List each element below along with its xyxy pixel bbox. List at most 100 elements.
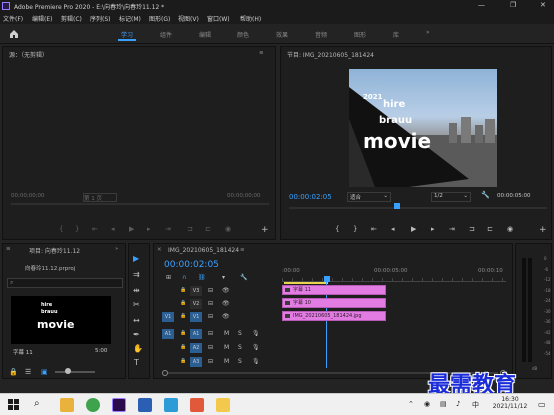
track-v2-eye-icon[interactable]: 👁 — [222, 300, 230, 307]
taskbar-clock[interactable]: 16:30 2021/11/12 — [490, 396, 530, 410]
menu-graphics[interactable]: 图形(G) — [149, 14, 170, 23]
program-monitor-title[interactable]: 节目: IMG_20210605_181424 — [287, 50, 374, 59]
close-icon[interactable]: ✕ — [157, 247, 162, 253]
track-v1-eye-icon[interactable]: 👁 — [222, 313, 230, 320]
source-step-back-icon[interactable]: ◂ — [111, 225, 115, 233]
minimize-button[interactable]: — — [478, 1, 485, 9]
workspace-tab-libraries[interactable]: 库 — [393, 30, 399, 39]
source-mark-in-icon[interactable]: { — [59, 225, 63, 233]
work-area-bar[interactable] — [284, 282, 328, 284]
track-a2-voiceover-icon[interactable]: 🎙 — [252, 344, 260, 351]
source-time-ruler[interactable] — [11, 203, 269, 205]
menu-sequence[interactable]: 序列(S) — [90, 14, 111, 23]
track-a2-mute-button[interactable]: M — [224, 344, 229, 351]
close-button[interactable]: ✕ — [540, 1, 546, 9]
track-a2-solo-button[interactable]: S — [238, 344, 242, 351]
page-selector[interactable]: 第 1 页 — [83, 193, 117, 202]
track-a3-label[interactable]: A3 — [190, 357, 202, 367]
program-extract-icon[interactable]: ⊏ — [487, 225, 493, 233]
source-patch-a1[interactable]: A1 — [162, 329, 174, 339]
program-mark-out-icon[interactable]: } — [353, 225, 357, 233]
workspace-tab-learn[interactable]: 学习 — [121, 30, 133, 39]
project-clip-thumbnail[interactable]: hire brauu movie — [11, 296, 111, 344]
track-a1-sync-icon[interactable]: ⊟ — [208, 330, 213, 337]
list-view-icon[interactable]: ☰ — [25, 368, 31, 376]
ripple-edit-tool-icon[interactable]: ⇹ — [133, 286, 140, 295]
track-a2-sync-icon[interactable]: ⊟ — [208, 344, 213, 351]
word-icon[interactable] — [138, 398, 152, 412]
program-go-to-out-icon[interactable]: ⇥ — [449, 225, 455, 233]
track-v2-lock-icon[interactable]: 🔒 — [180, 299, 186, 306]
source-monitor-title[interactable]: 源：（无剪辑） — [9, 50, 48, 59]
menu-help[interactable]: 帮助(H) — [240, 14, 261, 23]
workspace-tab-editing[interactable]: 编辑 — [199, 30, 211, 39]
menu-file[interactable]: 文件(F) — [3, 14, 23, 23]
file-explorer-icon[interactable] — [60, 398, 74, 412]
program-playhead[interactable] — [394, 203, 400, 209]
track-v2-sync-icon[interactable]: ⊟ — [208, 300, 213, 307]
program-go-to-in-icon[interactable]: ⇤ — [371, 225, 377, 233]
source-step-forward-icon[interactable]: ▸ — [147, 225, 151, 233]
track-select-tool-icon[interactable]: ⇉ — [133, 270, 140, 279]
panel-menu-icon[interactable]: ≡ — [240, 247, 245, 253]
program-play-icon[interactable]: ▶ — [411, 225, 416, 233]
source-overwrite-icon[interactable]: ⊏ — [205, 225, 211, 233]
track-v2-label[interactable]: V2 — [190, 299, 202, 309]
program-add-button-icon[interactable]: + — [539, 225, 547, 235]
volume-icon[interactable]: ♪ — [456, 400, 460, 408]
maximize-button[interactable]: ❐ — [510, 1, 516, 9]
track-v3-eye-icon[interactable]: 👁 — [222, 287, 230, 294]
program-mark-in-icon[interactable]: { — [335, 225, 339, 233]
notification-icon[interactable]: ▭ — [538, 400, 546, 409]
source-timecode-left[interactable]: 00;00;00;00 — [11, 193, 45, 199]
clip-subtitle-11[interactable]: 字幕 11 — [282, 285, 386, 295]
timeline-playhead-handle[interactable] — [324, 276, 330, 282]
premiere-taskbar-icon[interactable] — [112, 398, 126, 412]
razor-tool-icon[interactable]: ✂ — [133, 300, 140, 309]
slip-tool-icon[interactable]: ↔ — [133, 316, 140, 325]
lock-icon[interactable]: 🔒 — [9, 368, 18, 376]
tray-app-icon[interactable]: ◉ — [424, 400, 430, 408]
track-v1-sync-icon[interactable]: ⊟ — [208, 313, 213, 320]
pen-tool-icon[interactable]: ✒ — [133, 330, 140, 339]
program-timecode[interactable]: 00:00:02:05 — [289, 193, 332, 201]
menu-window[interactable]: 窗口(W) — [207, 14, 230, 23]
track-a1-solo-button[interactable]: S — [238, 330, 242, 337]
source-go-to-in-icon[interactable]: ⇤ — [92, 225, 98, 233]
workspace-tab-color[interactable]: 颜色 — [237, 30, 249, 39]
track-a2-label[interactable]: A2 — [190, 343, 202, 353]
track-a1-lock-icon[interactable]: 🔒 — [180, 329, 186, 336]
clip-subtitle-10[interactable]: 字幕 10 — [282, 298, 386, 308]
timeline-timecode[interactable]: 00:00:02:05 — [164, 260, 219, 270]
workspace-tab-assembly[interactable]: 组件 — [160, 30, 172, 39]
source-go-to-out-icon[interactable]: ⇥ — [165, 225, 171, 233]
home-icon[interactable] — [9, 29, 19, 39]
project-search-input[interactable]: ⌕ — [7, 278, 123, 288]
track-a1-mute-button[interactable]: M — [224, 330, 229, 337]
menu-edit[interactable]: 编辑(E) — [32, 14, 52, 23]
menu-markers[interactable]: 标记(M) — [119, 14, 141, 23]
app-icon[interactable] — [190, 398, 204, 412]
menu-view[interactable]: 视图(V) — [178, 14, 199, 23]
add-marker-icon[interactable]: ▾ — [222, 274, 225, 281]
timeline-sequence-title[interactable]: IMG_20210605_181424 — [168, 247, 239, 254]
track-v3-label[interactable]: V3 — [190, 286, 202, 296]
wrench-icon[interactable]: 🔧 — [481, 191, 490, 199]
track-v1-lock-icon[interactable]: 🔒 — [180, 312, 186, 319]
quality-select[interactable]: 1/2 ⌄ — [431, 192, 471, 202]
tray-chevron-icon[interactable]: ⌃ — [408, 400, 414, 408]
source-timecode-right[interactable]: 00;00;00;00 — [227, 193, 261, 199]
source-add-button-icon[interactable]: + — [261, 225, 269, 235]
workspace-tab-audio[interactable]: 音频 — [315, 30, 327, 39]
chrome-icon[interactable] — [86, 398, 100, 412]
source-play-icon[interactable]: ▶ — [129, 225, 134, 233]
windows-start-icon[interactable] — [8, 399, 20, 411]
ime-indicator[interactable]: 中 — [472, 400, 479, 410]
source-mark-out-icon[interactable]: } — [75, 225, 79, 233]
source-export-frame-icon[interactable]: ◉ — [225, 225, 231, 233]
search-icon[interactable]: ⌕ — [34, 398, 40, 409]
track-a1-voiceover-icon[interactable]: 🎙 — [252, 330, 260, 337]
source-insert-icon[interactable]: ⊐ — [187, 225, 193, 233]
program-step-back-icon[interactable]: ◂ — [391, 225, 395, 233]
program-step-forward-icon[interactable]: ▸ — [431, 225, 435, 233]
